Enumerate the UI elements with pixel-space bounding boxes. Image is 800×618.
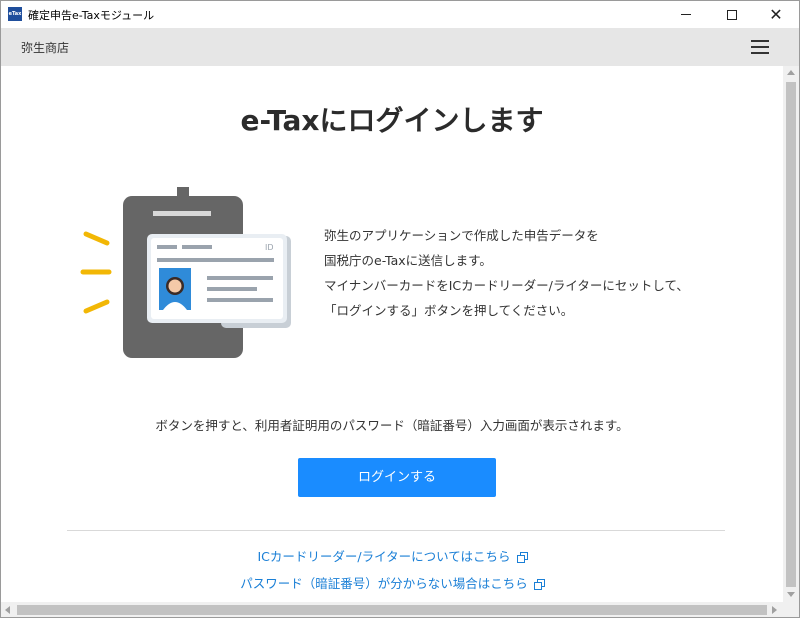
id-card-icon: ID <box>147 234 287 323</box>
company-name: 弥生商店 <box>21 41 70 55</box>
close-icon: ✕ <box>769 4 783 24</box>
horizontal-scrollbar[interactable] <box>1 602 799 617</box>
scrollbar-thumb[interactable] <box>786 82 796 587</box>
login-button[interactable]: ログインする <box>298 458 496 497</box>
scroll-right-icon[interactable] <box>772 606 777 614</box>
description-line: 「ログインする」ボタンを押してください。 <box>324 303 574 318</box>
minimize-icon <box>681 14 691 15</box>
signal-icon <box>80 231 112 314</box>
minimize-button[interactable] <box>663 1 709 28</box>
external-link-icon <box>516 552 528 563</box>
app-window: eTax 確定申告e-Taxモジュール ✕ 弥生商店 e-Taxにログインします <box>0 0 800 618</box>
description-line: マイナンバーカードをICカードリーダー/ライターにセットして、 <box>324 278 689 293</box>
password-note: ボタンを押すと、利用者証明用のパスワード（暗証番号）入力画面が表示されます。 <box>155 418 629 433</box>
link-label: パスワード（暗証番号）が分からない場合はこちら <box>240 576 528 591</box>
scroll-left-icon[interactable] <box>5 606 10 614</box>
svg-text:ID: ID <box>265 243 274 252</box>
maximize-button[interactable] <box>709 1 755 28</box>
description-text: 弥生のアプリケーションで作成した申告データを 国税庁のe-Taxに送信します。 … <box>324 223 764 323</box>
page-title: e-Taxにログインします <box>240 104 544 137</box>
hamburger-menu-icon[interactable] <box>751 39 769 55</box>
maximize-icon <box>727 9 737 20</box>
title-bar: eTax 確定申告e-Taxモジュール ✕ <box>1 1 799 28</box>
link-label: ICカードリーダー/ライターについてはこちら <box>257 549 511 564</box>
description-line: 弥生のアプリケーションで作成した申告データを <box>324 228 599 243</box>
app-icon: eTax <box>8 7 22 21</box>
card-reader-help-link[interactable]: ICカードリーダー/ライターについてはこちら <box>1 546 783 565</box>
close-button[interactable]: ✕ <box>753 1 799 28</box>
vertical-scrollbar[interactable] <box>783 66 799 602</box>
window-title: 確定申告e-Taxモジュール <box>28 9 155 22</box>
scrollbar-thumb[interactable] <box>17 605 767 615</box>
divider <box>67 530 725 531</box>
description-line: 国税庁のe-Taxに送信します。 <box>324 253 492 268</box>
scroll-up-icon[interactable] <box>787 70 795 75</box>
external-link-icon <box>533 579 545 590</box>
password-help-link[interactable]: パスワード（暗証番号）が分からない場合はこちら <box>1 573 783 592</box>
app-header: 弥生商店 <box>1 28 799 66</box>
card-reader-illustration: ID <box>80 187 291 358</box>
scroll-down-icon[interactable] <box>787 592 795 597</box>
